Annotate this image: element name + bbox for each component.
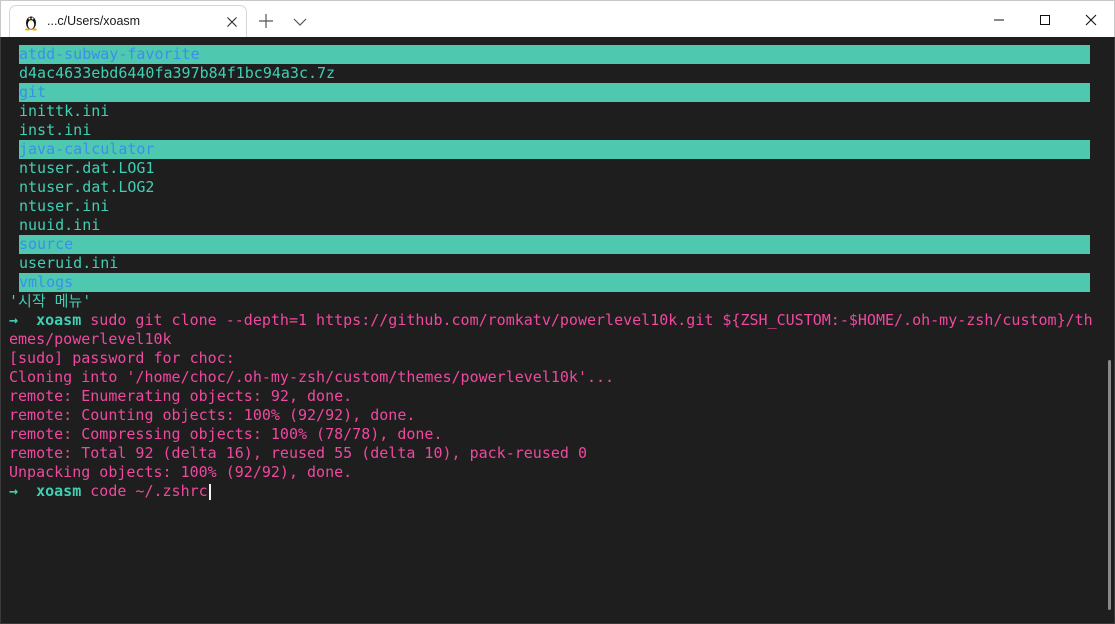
listing-item-file: ntuser.dat.LOG2 [19, 178, 155, 196]
prompt-user: xoasm [36, 311, 82, 329]
terminal-tab[interactable]: ...c/Users/xoasm [9, 5, 247, 38]
command-text: sudo git clone --depth=1 https://github.… [90, 311, 1093, 329]
korean-start-menu-entry: '시작 메뉴' [9, 292, 92, 310]
chevron-down-icon[interactable] [289, 11, 311, 33]
listing-item-dir: git [19, 83, 1090, 102]
close-icon [1085, 14, 1097, 26]
listing-item-file: nuuid.ini [19, 216, 101, 234]
title-bar: ...c/Users/xoasm [0, 0, 1115, 38]
maximize-icon [1040, 15, 1050, 25]
listing-item-file: ntuser.dat.LOG1 [19, 159, 155, 177]
listing-item-file: ntuser.ini [19, 197, 110, 215]
minimize-button[interactable] [976, 1, 1022, 38]
listing-item-dir: vmlogs [19, 273, 1090, 292]
listing-item-dir: java-calculator [19, 140, 1090, 159]
text-cursor [208, 483, 211, 500]
output-line: remote: Compressing objects: 100% (78/78… [9, 425, 443, 443]
output-line: Unpacking objects: 100% (92/92), done. [9, 463, 353, 481]
listing-item-file: inittk.ini [19, 102, 110, 120]
close-window-button[interactable] [1068, 1, 1114, 38]
listing-item-dir: atdd-subway-favorite [19, 45, 1090, 64]
terminal-pane[interactable]: atdd-subway-favorite d4ac4633ebd6440fa39… [0, 37, 1115, 624]
listing-item-file: inst.ini [19, 121, 92, 139]
output-line: remote: Counting objects: 100% (92/92), … [9, 406, 416, 424]
minimize-icon [994, 19, 1004, 21]
listing-item-dir: source [19, 235, 1090, 254]
prompt-user: xoasm [36, 482, 82, 500]
output-line: Cloning into '/home/choc/.oh-my-zsh/cust… [9, 368, 615, 386]
maximize-button[interactable] [1022, 1, 1068, 38]
prompt-line-current: → xoasm code ~/.zshrc [9, 482, 211, 501]
listing-item-file: useruid.ini [19, 254, 119, 272]
new-tab-plus-icon[interactable] [255, 10, 277, 32]
listing-item-file: d4ac4633ebd6440fa397b84f1bc94a3c.7z [19, 64, 336, 82]
prompt-arrow-icon: → [9, 311, 19, 329]
scrollbar-thumb[interactable] [1108, 360, 1111, 610]
tab-title: ...c/Users/xoasm [47, 14, 141, 28]
output-line: remote: Total 92 (delta 16), reused 55 (… [9, 444, 587, 462]
prompt-arrow-icon: → [9, 482, 19, 500]
linux-penguin-icon [25, 16, 37, 31]
output-line: [sudo] password for choc: [9, 349, 235, 367]
output-line: remote: Enumerating objects: 92, done. [9, 387, 353, 405]
command-text-wrap: emes/powerlevel10k [9, 330, 172, 348]
prompt-line-clone: → xoasm sudo git clone --depth=1 https:/… [9, 311, 1093, 330]
close-tab-icon[interactable] [224, 14, 240, 30]
current-command-input[interactable]: code ~/.zshrc [90, 482, 207, 500]
